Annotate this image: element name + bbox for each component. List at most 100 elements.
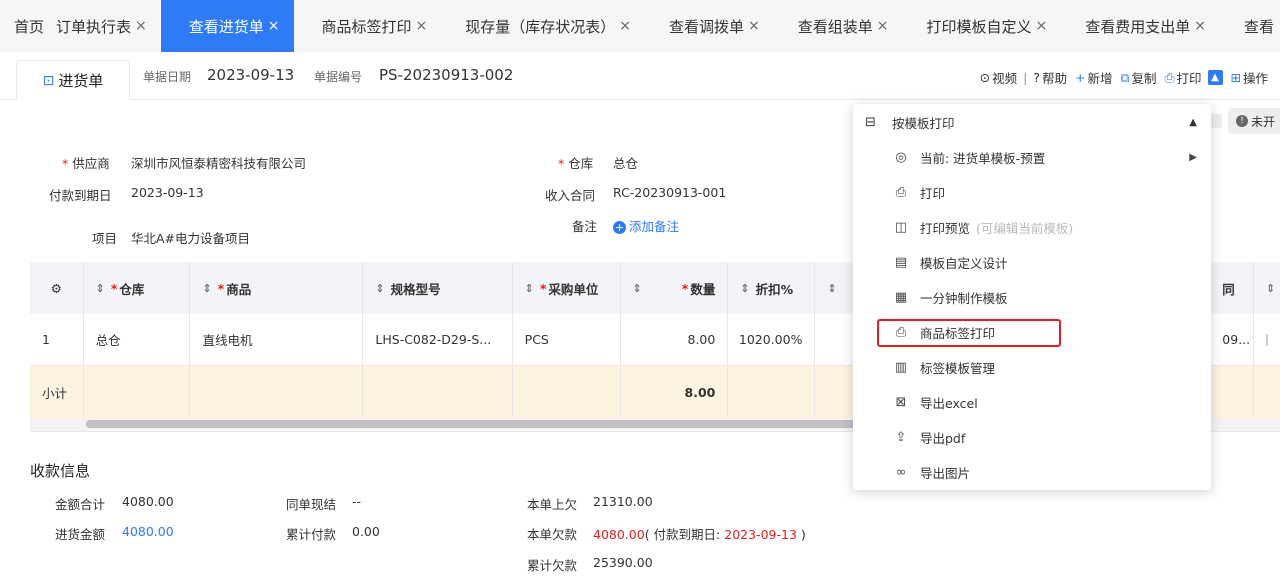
tab-home[interactable]: 首页 [0, 0, 52, 52]
copy-button[interactable]: ⧉ 复制 [1121, 68, 1157, 87]
tab-label-print[interactable]: 商品标签打印 × [294, 0, 442, 52]
help-link[interactable]: ? 帮助 [1033, 68, 1067, 87]
caret-up-icon: ▲ [1189, 116, 1197, 128]
video-link[interactable]: ⊙ 视频 [980, 68, 1018, 87]
tab-stock[interactable]: 现存量（库存状况表） × [441, 0, 645, 52]
menu-item-quick-template[interactable]: ▦ 一分钟制作模板 [853, 280, 1211, 315]
menu-item-design[interactable]: ▤ 模板自定义设计 [853, 245, 1211, 280]
checkbox[interactable] [1266, 333, 1269, 346]
owe-label: 本单欠款 [527, 527, 578, 542]
col-discount[interactable]: ⇕ 折扣% [728, 262, 816, 314]
tab-assembly[interactable]: 查看组装单 × [774, 0, 903, 52]
excel-export-icon: ⊠ [895, 395, 907, 410]
add-button[interactable]: + 新增 [1075, 68, 1113, 87]
col-qty[interactable]: ⇕ * 数量 [621, 262, 729, 314]
supplier-value[interactable]: 深圳市风恒泰精密科技有限公司 [131, 153, 306, 172]
required-mark: * [558, 156, 565, 171]
tab-order-exec[interactable]: 订单执行表 × [52, 0, 161, 52]
template-icon: ⊟ [865, 114, 876, 130]
menu-item-hint: (可编辑当前模板) [976, 221, 1074, 236]
empty-cell [190, 366, 364, 418]
due-date-label: 付款到期日 [49, 188, 112, 203]
empty-cell [84, 366, 191, 418]
menu-item-preview[interactable]: ◫ 打印预览 (可编辑当前模板) [853, 210, 1211, 245]
close-icon[interactable]: × [1036, 18, 1048, 34]
col-product[interactable]: ⇕ * 商品 [190, 262, 364, 314]
menu-item-export-excel[interactable]: ⊠ 导出excel [853, 385, 1211, 420]
tab-expense[interactable]: 查看费用支出单 × [1061, 0, 1220, 52]
menu-item-export-image[interactable]: ∞ 导出图片 [853, 455, 1211, 490]
col-warehouse[interactable]: ⇕ * 仓库 [84, 262, 191, 314]
row-discount[interactable]: 1020.00% [728, 314, 816, 365]
due-date-value[interactable]: 2023-09-13 [131, 185, 204, 200]
col-unit[interactable]: ⇕ * 采购单位 [513, 262, 621, 314]
print-button[interactable]: ⎙ 打印 ▲ [1164, 68, 1223, 87]
menu-item-label: 标签模板管理 [920, 361, 996, 376]
doc-no-value: PS-20230913-002 [379, 66, 514, 84]
tab-more[interactable]: 查看 [1220, 0, 1280, 52]
sort-icon: ⇕ [202, 281, 212, 295]
cum-paid-label: 累计付款 [286, 527, 337, 542]
close-icon[interactable]: × [619, 18, 631, 34]
tab-template[interactable]: 打印模板自定义 × [903, 0, 1062, 52]
supplier-label-text: 供应商 [72, 156, 110, 171]
menu-item-label-manage[interactable]: ▥ 标签模板管理 [853, 350, 1211, 385]
contract-value[interactable]: RC-20230913-001 [613, 185, 726, 200]
row-contract[interactable]: 09... [1210, 314, 1255, 365]
row-spec[interactable]: LHS-C082-D29-S... [363, 314, 513, 365]
close-icon[interactable]: × [416, 18, 428, 34]
close-icon[interactable]: × [1194, 18, 1206, 34]
col-contract[interactable]: 同 [1210, 262, 1255, 314]
doc-tab[interactable]: ⊡ 进货单 [16, 60, 130, 100]
row-checkbox[interactable] [1254, 314, 1280, 365]
project-value[interactable]: 华北A#电力设备项目 [131, 228, 250, 247]
h-scrollbar[interactable] [86, 420, 856, 428]
menu-item-export-pdf[interactable]: ⇪ 导出pdf [853, 420, 1211, 455]
close-icon[interactable]: × [268, 18, 280, 34]
status-text: 未开 [1251, 114, 1276, 129]
document-icon: ⊡ [42, 72, 55, 89]
tab-view-purchase[interactable]: 查看进货单 × [160, 0, 294, 52]
menu-head-label: 按模板打印 [892, 115, 955, 131]
menu-header[interactable]: ⊟ 按模板打印 ▲ [853, 104, 1211, 140]
warehouse-value[interactable]: 总仓 [613, 153, 638, 172]
cum-owe-label: 累计欠款 [527, 558, 578, 573]
menu-item-label: 导出图片 [920, 466, 971, 481]
prev-value: 21310.00 [593, 494, 653, 509]
status-badge: ! 未开 [1228, 108, 1280, 134]
video-label: 视频 [992, 71, 1018, 86]
menu-item-current-template[interactable]: ◎ 当前: 进货单模板-预置 ▶ [853, 140, 1211, 175]
add-note-button[interactable]: + 添加备注 [613, 216, 679, 235]
col-label: 同 [1222, 281, 1235, 297]
row-product[interactable]: 直线电机 [190, 314, 364, 365]
close-icon[interactable]: × [877, 18, 889, 34]
same-label: 同单现结 [286, 497, 337, 512]
date-label: 单据日期 [143, 70, 192, 84]
col-spec[interactable]: ⇕ 规格型号 [363, 262, 513, 314]
settings-icon[interactable]: ⚙ [30, 262, 84, 314]
purchase-label: 进货金额 [55, 527, 106, 542]
col-extra[interactable]: ⇕ [1254, 262, 1280, 314]
purchase-value[interactable]: 4080.00 [122, 524, 174, 539]
print-label: 打印 [1176, 71, 1202, 86]
ops-button[interactable]: ⊞ 操作 [1231, 68, 1269, 87]
label-manage-icon: ▥ [894, 360, 908, 375]
chevron-up-icon[interactable]: ▲ [1207, 70, 1223, 85]
printer-icon: ⎙ [1164, 69, 1175, 85]
row-warehouse[interactable]: 总仓 [84, 314, 191, 365]
owe-close: ) [796, 527, 806, 542]
menu-item-print[interactable]: ⎙ 打印 [853, 175, 1211, 210]
required-mark: * [110, 280, 118, 296]
col-label: 规格型号 [390, 281, 441, 297]
row-unit[interactable]: PCS [513, 314, 621, 365]
close-icon[interactable]: × [135, 18, 147, 34]
row-index: 1 [30, 314, 84, 365]
tab-label: 查看进货单 [188, 17, 264, 36]
tab-transfer[interactable]: 查看调拨单 × [645, 0, 774, 52]
sort-icon: ⇕ [95, 281, 105, 295]
row-qty[interactable]: 8.00 [621, 314, 729, 365]
section-title: 收款信息 [30, 462, 91, 480]
close-icon[interactable]: × [748, 18, 760, 34]
doc-tab-label: 进货单 [58, 72, 104, 90]
supplier-label: * 供应商 [62, 153, 110, 172]
